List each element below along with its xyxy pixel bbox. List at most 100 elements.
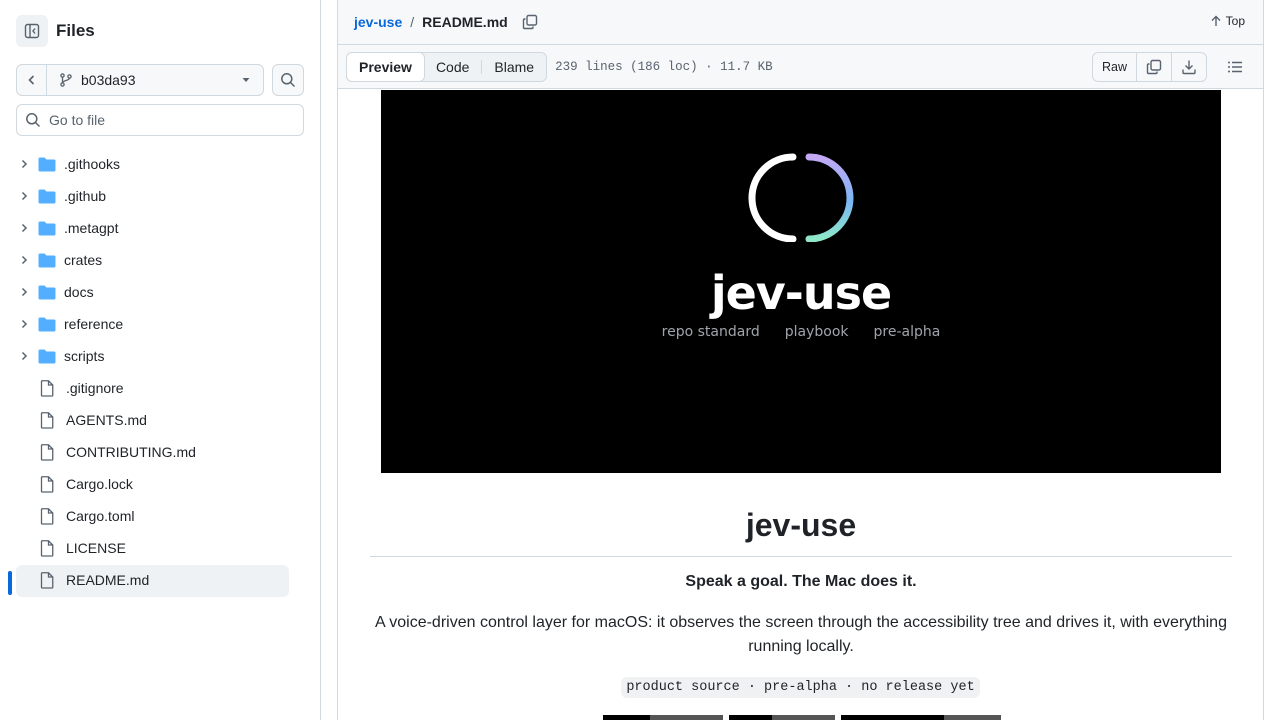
tree-item-label: .gitignore xyxy=(66,380,124,396)
banner-subtitle: pre-alpha xyxy=(873,324,941,340)
sidebar-header: Files xyxy=(16,15,95,47)
sidebar-collapse-icon xyxy=(24,23,40,39)
branch-selector[interactable]: b03da93 xyxy=(16,64,265,96)
chevron-right-icon[interactable] xyxy=(16,159,32,169)
logo-ring-icon xyxy=(748,153,854,242)
copy-path-button[interactable] xyxy=(522,14,538,30)
tree-item-label: CONTRIBUTING.md xyxy=(66,444,196,460)
tree-item-label: .githooks xyxy=(64,156,121,172)
view-mode-tabs: Preview Code Blame xyxy=(346,51,548,82)
tree-item-label: reference xyxy=(64,316,124,332)
readme-tagline: Speak a goal. The Mac does it. xyxy=(685,573,917,590)
folder-icon xyxy=(38,317,56,332)
banner-title: jev-use xyxy=(710,266,892,320)
triangle-down-icon xyxy=(242,78,250,82)
tree-item-crates[interactable]: crates xyxy=(0,244,320,276)
badge[interactable] xyxy=(729,715,835,720)
tree-item-github[interactable]: .github xyxy=(0,180,320,212)
search-icon xyxy=(281,73,296,88)
top-button[interactable]: Top xyxy=(1210,14,1245,28)
tree-item-label: README.md xyxy=(66,572,150,588)
tree-item-agents-md[interactable]: AGENTS.md xyxy=(0,404,320,436)
top-label: Top xyxy=(1225,14,1245,28)
outline-button[interactable] xyxy=(1227,59,1243,80)
folder-icon xyxy=(38,157,56,172)
folder-icon xyxy=(38,285,56,300)
chevron-right-icon[interactable] xyxy=(16,351,32,361)
file-toolbar: Preview Code Blame 239 lines (186 loc) ·… xyxy=(338,45,1263,89)
readme-code-line-wrap: product source · pre-alpha · no release … xyxy=(338,677,1263,698)
download-icon xyxy=(1182,60,1196,75)
readme-banner-image: jev-use repo standard playbook pre-alpha xyxy=(381,90,1221,473)
banner-subtitle: repo standard xyxy=(661,324,760,340)
badge[interactable] xyxy=(603,715,723,720)
readme-description: A voice-driven control layer for macOS: … xyxy=(375,614,1227,655)
badge[interactable] xyxy=(841,715,1001,720)
back-button[interactable] xyxy=(17,65,47,95)
breadcrumb-separator: / xyxy=(410,14,415,30)
branch-row: b03da93 xyxy=(16,64,304,96)
tree-item-scripts[interactable]: scripts xyxy=(0,340,320,372)
tree-item-label: AGENTS.md xyxy=(66,412,147,428)
tree-item-docs[interactable]: docs xyxy=(0,276,320,308)
chevron-right-icon[interactable] xyxy=(16,191,32,201)
tab-preview[interactable]: Preview xyxy=(346,51,425,82)
file-icon xyxy=(40,507,58,525)
chevron-right-icon[interactable] xyxy=(16,223,32,233)
file-icon xyxy=(40,411,58,429)
branch-dropdown[interactable]: b03da93 xyxy=(47,72,263,88)
download-button[interactable] xyxy=(1172,53,1206,81)
folder-icon xyxy=(38,221,56,236)
tree-item-license[interactable]: LICENSE xyxy=(0,532,320,564)
tree-item-reference[interactable]: reference xyxy=(0,308,320,340)
folder-icon xyxy=(38,253,56,268)
list-unordered-icon xyxy=(1228,61,1242,73)
git-branch-icon xyxy=(60,73,72,87)
go-to-file-field[interactable] xyxy=(16,104,304,136)
file-view: jev-use / README.md Top Preview Code Bla… xyxy=(337,0,1264,720)
readme-heading: jev-use xyxy=(370,507,1232,557)
file-icon xyxy=(40,443,58,461)
file-tree-sidebar: Files b03da93 .githooks xyxy=(0,0,321,720)
tree-item-cargo-toml[interactable]: Cargo.toml xyxy=(0,500,320,532)
sidebar-collapse-button[interactable] xyxy=(16,15,48,47)
breadcrumb-file: README.md xyxy=(422,14,508,30)
tree-item-label: .metagpt xyxy=(64,220,119,236)
tab-code[interactable]: Code xyxy=(424,53,481,81)
readme-content: jev-use repo standard playbook pre-alpha… xyxy=(338,89,1263,720)
folder-icon xyxy=(38,349,56,364)
file-actions: Raw xyxy=(1091,52,1207,82)
folder-icon xyxy=(38,189,56,204)
tree-item-readme-md[interactable]: README.md xyxy=(0,564,320,597)
banner-subtitle: playbook xyxy=(784,324,849,340)
tree-item-label: crates xyxy=(64,252,103,268)
banner-subtitles: repo standard playbook pre-alpha xyxy=(381,324,1221,340)
tree-item-githooks[interactable]: .githooks xyxy=(0,148,320,180)
raw-button[interactable]: Raw xyxy=(1093,53,1137,81)
tree-item-label: .github xyxy=(64,188,107,204)
go-to-file-input[interactable] xyxy=(49,112,289,128)
chevron-right-icon[interactable] xyxy=(16,255,32,265)
badge-row xyxy=(603,715,1001,720)
breadcrumb-repo-link[interactable]: jev-use xyxy=(354,14,402,30)
tree-item-label: LICENSE xyxy=(66,540,126,556)
tree-item-gitignore[interactable]: .gitignore xyxy=(0,372,320,404)
file-tree: .githooks .github .metagpt crates docs r… xyxy=(0,148,320,597)
arrow-up-icon xyxy=(1211,15,1221,26)
chevron-left-icon xyxy=(27,75,34,85)
tree-item-contributing-md[interactable]: CONTRIBUTING.md xyxy=(0,436,320,468)
file-icon xyxy=(40,539,58,557)
sidebar-title: Files xyxy=(56,21,95,40)
search-icon xyxy=(26,113,41,128)
tab-blame[interactable]: Blame xyxy=(482,53,546,81)
chevron-right-icon[interactable] xyxy=(16,319,32,329)
branch-name: b03da93 xyxy=(81,72,136,88)
search-button[interactable] xyxy=(272,64,304,96)
breadcrumb: jev-use / README.md Top xyxy=(338,0,1263,45)
tree-item-metagpt[interactable]: .metagpt xyxy=(0,212,320,244)
chevron-right-icon[interactable] xyxy=(16,287,32,297)
tree-item-label: docs xyxy=(64,284,94,300)
tree-item-cargo-lock[interactable]: Cargo.lock xyxy=(0,468,320,500)
copy-icon xyxy=(522,14,537,30)
copy-raw-button[interactable] xyxy=(1137,53,1172,81)
